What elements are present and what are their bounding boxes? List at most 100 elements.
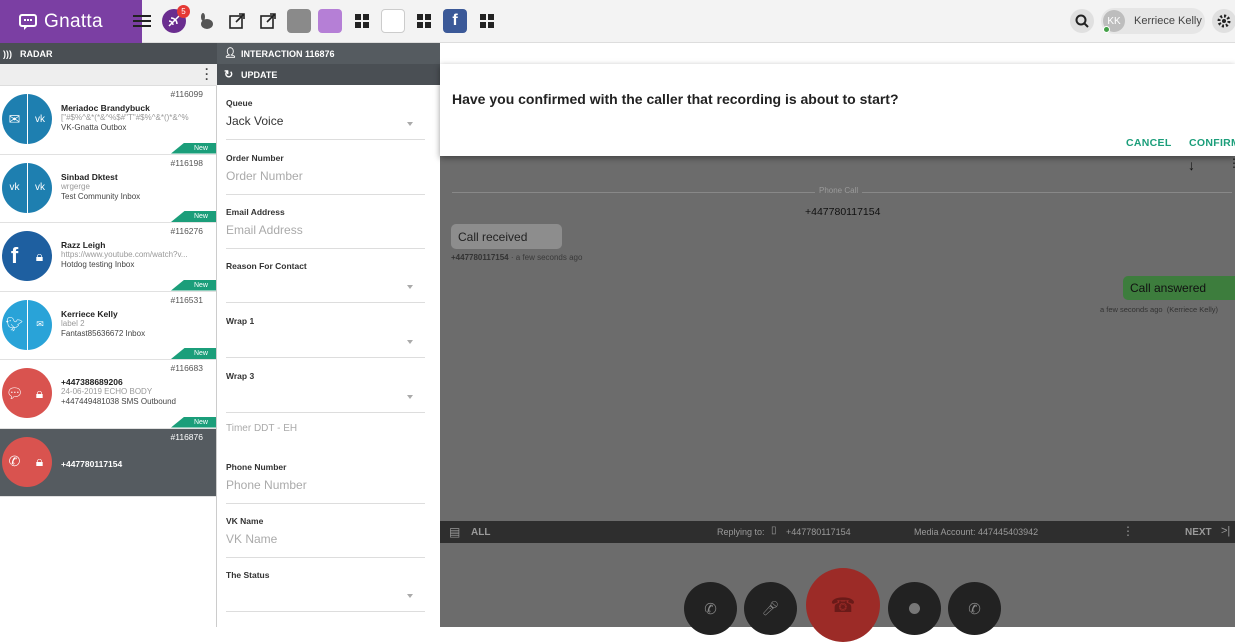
record-button[interactable] <box>888 582 941 635</box>
vk-avatar: vk vk <box>2 162 52 213</box>
vk-lock-icon: vk <box>27 94 52 144</box>
radar-list: ✉ vk #116099 Meriadoc Brandybuck ["#$%^&*… <box>0 86 217 627</box>
contact-name: Sinbad Dktest <box>61 171 118 182</box>
mobile-icon: ▯ <box>771 525 777 536</box>
facebook-icon: f <box>10 243 19 268</box>
phone-number-field[interactable]: Phone Number Phone Number <box>226 462 425 504</box>
phone-avatar: ✆ 🔒︎ <box>2 436 52 487</box>
chevron-down-icon <box>407 122 413 126</box>
interaction-id: #116683 <box>170 363 203 373</box>
app-tile-icon[interactable] <box>381 9 405 33</box>
field-label: The Status <box>226 570 270 580</box>
radar-item-116683[interactable]: 💬︎ 🔒︎ #116683 +447388689206 24-06-2019 EC… <box>0 360 216 429</box>
contact-name: +447780117154 <box>61 458 123 469</box>
inbox-name: Test Community Inbox <box>61 191 141 201</box>
grid-app-icon-2[interactable] <box>412 9 436 33</box>
forward-call-button[interactable]: ✆ <box>948 582 1001 635</box>
reply-more-icon[interactable]: ⋮ <box>1122 524 1134 538</box>
radar-item-116198[interactable]: vk vk #116198 Sinbad Dktest wrgerge Test … <box>0 154 216 223</box>
twitter-avatar: 🐦︎ ✉ <box>2 299 52 350</box>
top-bar: Gnatta 5 f KK Kerriece Kelly <box>0 0 1235 43</box>
rabbit-app-icon[interactable] <box>194 9 218 33</box>
field-label: Wrap 3 <box>226 371 255 381</box>
reason-for-contact-select[interactable]: Reason For Contact <box>226 261 425 303</box>
preview-text: 24-06-2019 ECHO BODY <box>61 387 153 396</box>
update-title: UPDATE <box>241 69 278 80</box>
lock-icon: 🔒︎ <box>35 453 44 469</box>
next-chevron-icon[interactable]: >| <box>1221 525 1230 537</box>
message-from: +447780117154 <box>451 253 509 262</box>
confirm-button[interactable]: CONFIRM <box>1189 137 1235 149</box>
lock-icon: 🔒︎ <box>35 384 44 401</box>
queue-select[interactable]: Queue Jack Voice <box>226 98 425 140</box>
field-label: Email Address <box>226 207 285 217</box>
all-filter[interactable]: ALL <box>471 527 490 538</box>
next-button[interactable]: NEXT <box>1185 527 1212 538</box>
message-agent: (Kerriece Kelly) <box>1166 305 1218 314</box>
call-received-bubble: Call received <box>451 224 562 249</box>
inbox-name: +447449481038 SMS Outbound <box>61 397 176 406</box>
reply-bar: ▤ ALL Replying to: ▯ +447780117154 Media… <box>440 521 1235 543</box>
hang-up-button[interactable]: ☎ <box>806 568 880 642</box>
radar-signal-icon: ))) <box>3 48 12 59</box>
vk-name-field[interactable]: VK Name VK Name <box>226 516 425 558</box>
radar-item-116276[interactable]: f 🔒︎ #116276 Razz Leigh https://www.youtu… <box>0 223 216 292</box>
timer-field[interactable]: Timer DDT - EH <box>226 423 425 465</box>
field-label: Reason For Contact <box>226 261 307 271</box>
chevron-down-icon <box>407 340 413 344</box>
interaction-id: #116876 <box>170 431 203 442</box>
media-account: Media Account: 447445403942 <box>914 527 1039 537</box>
menu-icon[interactable] <box>130 9 154 33</box>
notification-count: 5 <box>177 5 190 18</box>
replying-to-label: Replying to: <box>717 527 765 537</box>
settings-gear-icon[interactable] <box>1212 9 1235 33</box>
app-avatar-icon[interactable] <box>287 9 311 33</box>
order-number-field[interactable]: Order Number Order Number <box>226 153 425 195</box>
grid-app-icon[interactable] <box>350 9 374 33</box>
app-avatar-icon-2[interactable] <box>318 9 342 33</box>
scroll-down-arrow-icon[interactable]: ↓ <box>1188 157 1195 173</box>
wrap-3-select[interactable]: Wrap 3 <box>226 371 425 413</box>
wrap-1-select[interactable]: Wrap 1 <box>226 316 425 358</box>
preview-text: wrgerge <box>61 181 90 191</box>
interaction-id: #116198 <box>170 157 203 168</box>
cancel-button[interactable]: CANCEL <box>1126 137 1172 149</box>
grid-app-icon-3[interactable] <box>475 9 499 33</box>
interaction-id: #116276 <box>170 226 203 236</box>
phone-call-divider-label: Phone Call <box>815 186 863 195</box>
conversation-more-icon[interactable]: ⋮ <box>1228 156 1235 170</box>
interaction-title: INTERACTION 116876 <box>241 48 335 59</box>
online-status-dot <box>1103 26 1110 33</box>
radar-item-116876[interactable]: ✆ 🔒︎ #116876 +447780117154 <box>0 428 216 497</box>
search-icon[interactable] <box>1070 9 1094 33</box>
contact-name: +447388689206 <box>61 377 123 387</box>
vk-icon: vk <box>2 162 27 213</box>
answered-meta: a few seconds ago (Kerriece Kelly) <box>1100 305 1218 314</box>
interaction-header: 👤︎ INTERACTION 116876 <box>217 43 440 64</box>
notifications-icon[interactable]: 5 <box>162 5 190 33</box>
brand-name: Gnatta <box>44 10 103 32</box>
gnatta-logo[interactable]: Gnatta <box>0 0 142 43</box>
avatar: KK <box>1103 10 1125 33</box>
facebook-icon[interactable]: f <box>443 9 467 33</box>
user-menu[interactable]: KK Kerriece Kelly <box>1101 8 1205 34</box>
new-badge: New <box>171 279 216 291</box>
external-link-icon[interactable] <box>225 9 249 33</box>
contact-name: Meriadoc Brandybuck <box>61 103 150 113</box>
radar-more-icon[interactable]: · · · <box>205 63 209 85</box>
transfer-call-button[interactable]: ✆ <box>684 582 737 635</box>
field-placeholder: Order Number <box>226 169 303 183</box>
field-label: Wrap 1 <box>226 316 255 326</box>
new-badge: New <box>171 142 216 154</box>
new-badge: New <box>171 348 216 359</box>
email-address-field[interactable]: Email Address Email Address <box>226 207 425 249</box>
mute-button[interactable]: 🎤︎ <box>744 582 797 635</box>
contact-name: Razz Leigh <box>61 240 106 250</box>
inbox-name: Fantast85636672 Inbox <box>61 328 146 338</box>
caller-number: +447780117154 <box>805 206 881 218</box>
the-status-select[interactable]: The Status <box>226 570 425 612</box>
radar-item-116531[interactable]: 🐦︎ ✉ #116531 Kerriece Kelly label 2 Fanta… <box>0 291 216 360</box>
external-link-icon-2[interactable] <box>256 9 280 33</box>
chat-icon: ▤ <box>449 525 461 539</box>
radar-item-116099[interactable]: ✉ vk #116099 Meriadoc Brandybuck ["#$%^&*… <box>0 86 216 155</box>
